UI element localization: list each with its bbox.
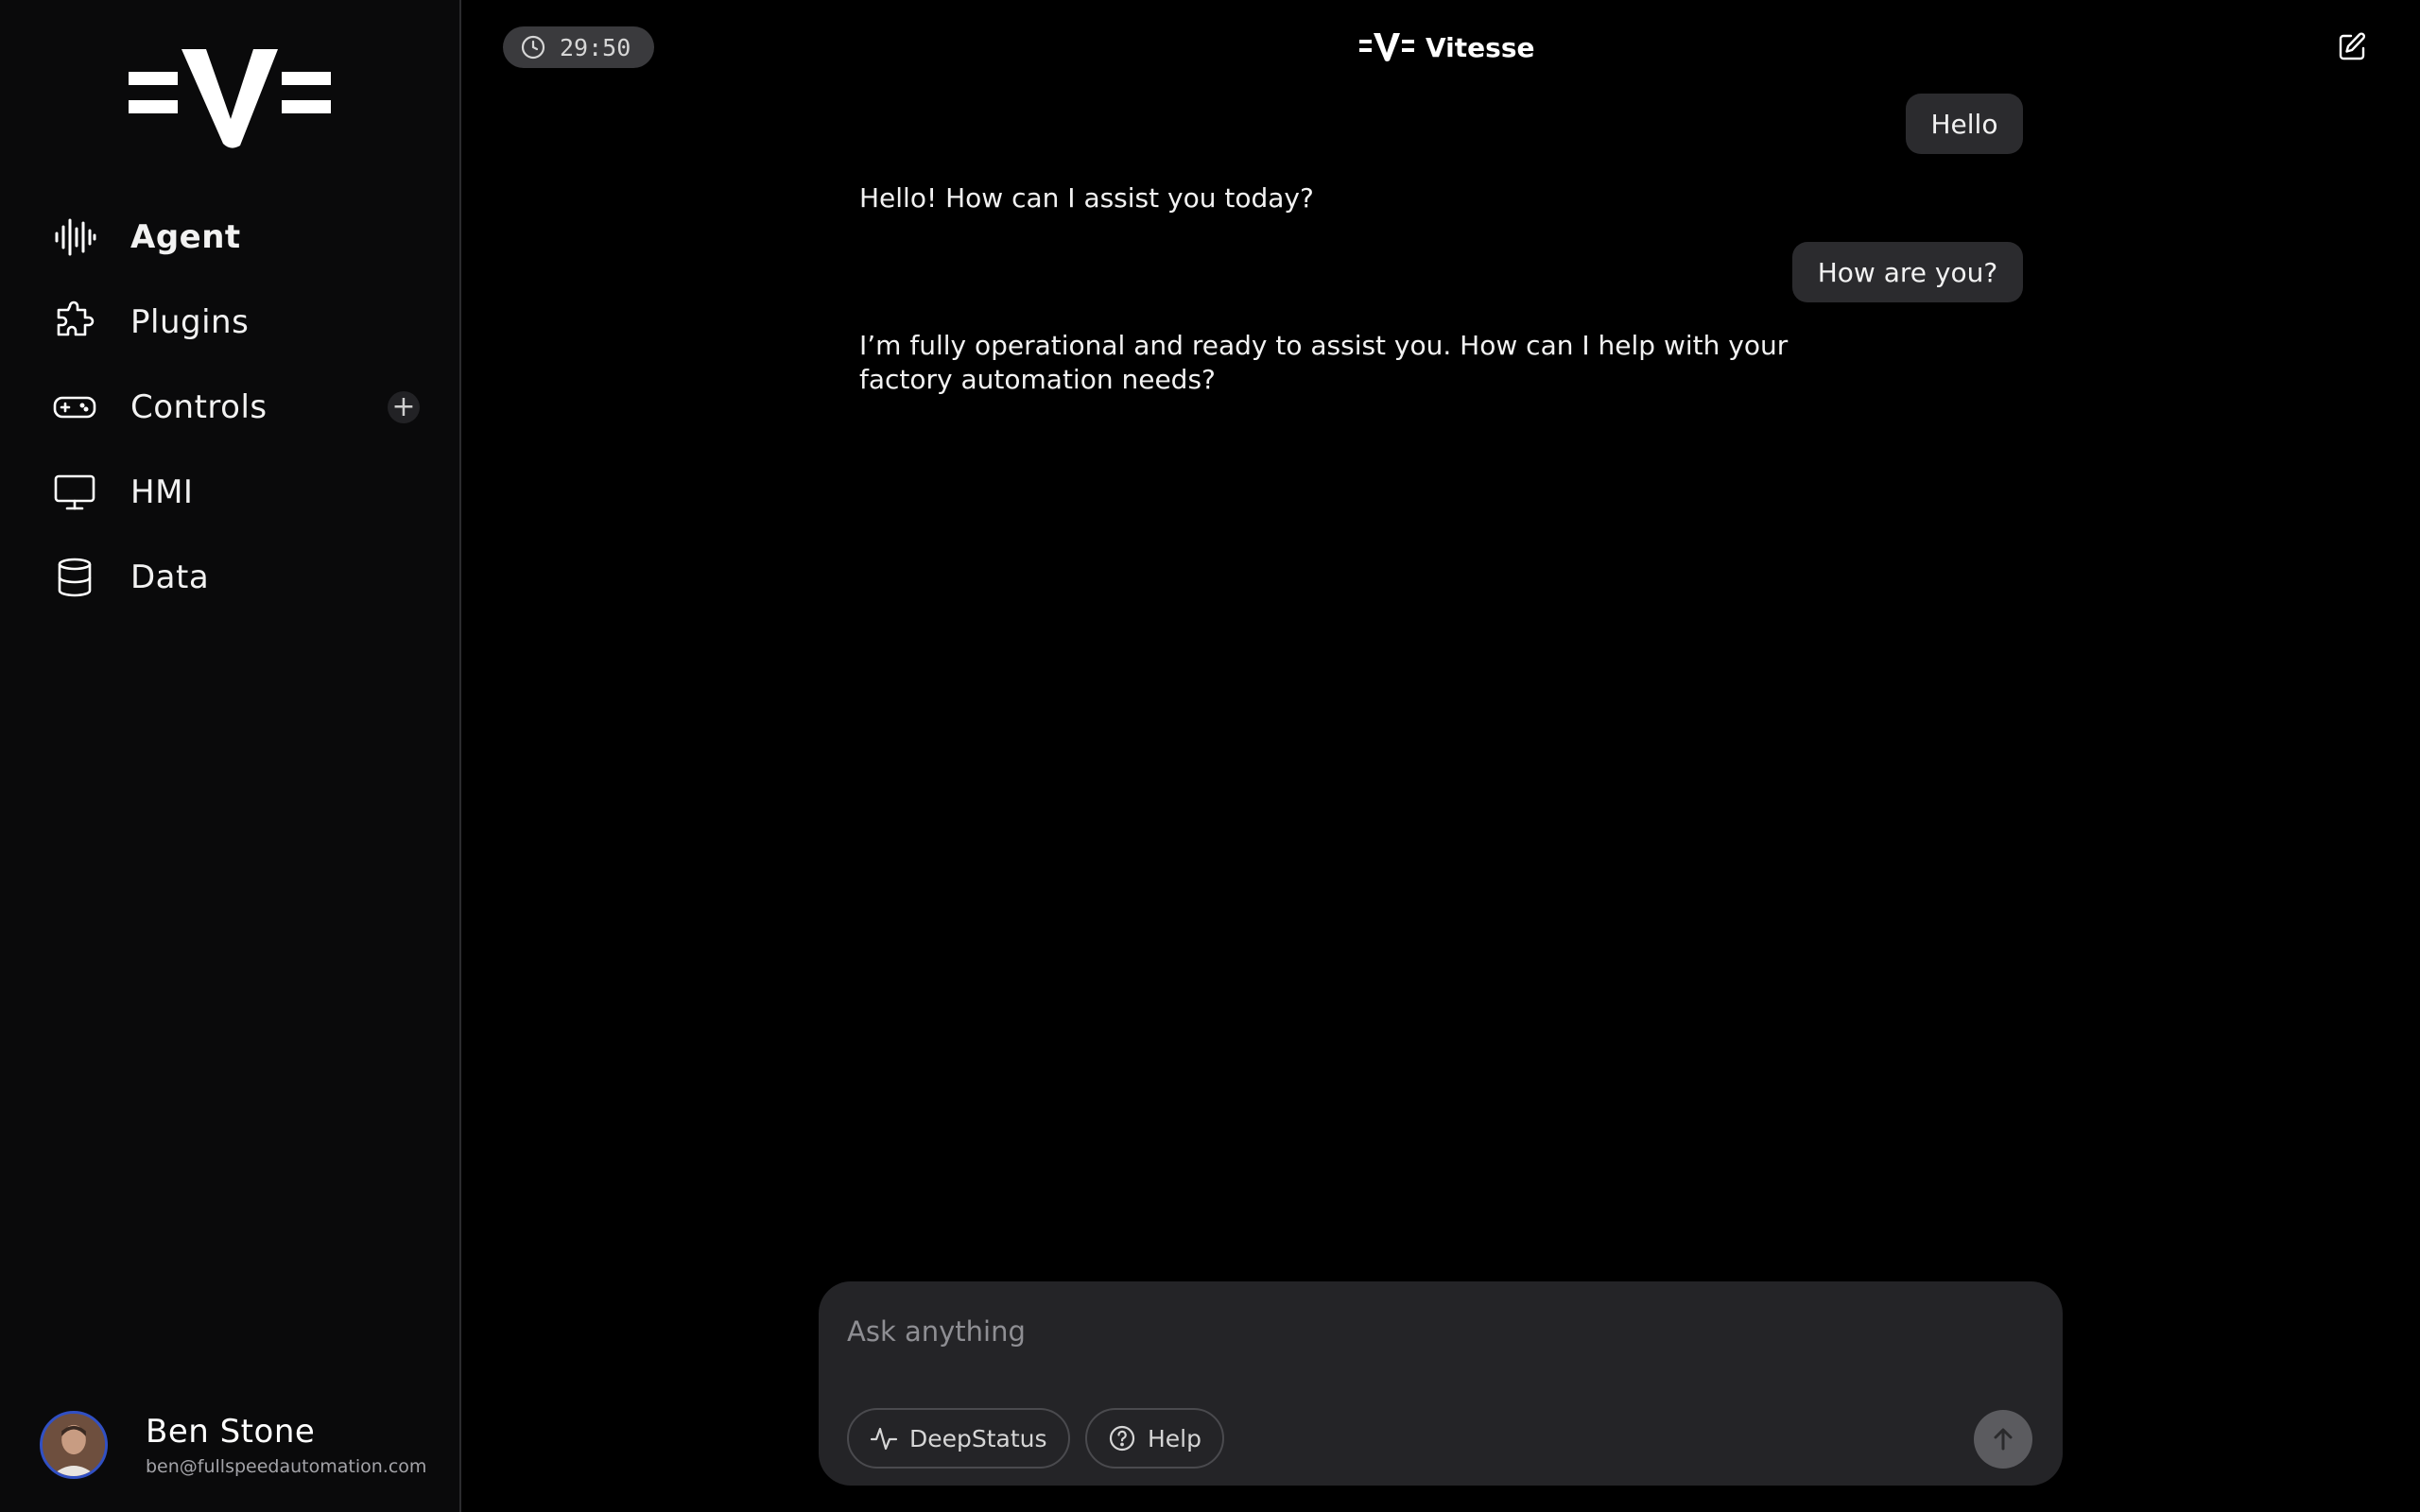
user-name: Ben Stone xyxy=(146,1413,316,1451)
deepstatus-button[interactable]: DeepStatus xyxy=(847,1408,1070,1469)
new-chat-button[interactable] xyxy=(2333,28,2371,66)
help-label: Help xyxy=(1148,1424,1201,1452)
send-button[interactable] xyxy=(1974,1410,2032,1469)
assistant-message: Hello! How can I assist you today? xyxy=(859,182,1314,214)
monitor-icon xyxy=(53,471,96,514)
sidebar-nav: Agent Plugins Controls + HMI Data xyxy=(0,195,459,620)
sidebar-item-label: Plugins xyxy=(130,303,250,341)
waveform-icon xyxy=(53,215,96,259)
help-circle-icon xyxy=(1109,1425,1135,1452)
assistant-message-line: factory automation needs? xyxy=(859,364,1216,395)
edit-icon xyxy=(2339,32,2366,60)
sidebar-item-agent[interactable]: Agent xyxy=(0,195,459,280)
sidebar: Agent Plugins Controls + HMI Data Ben St… xyxy=(0,0,461,1512)
help-button[interactable]: Help xyxy=(1085,1408,1224,1469)
vitesse-logo-icon xyxy=(1359,33,1414,61)
timer-value: 29:50 xyxy=(560,33,631,61)
sidebar-item-label: HMI xyxy=(130,473,194,511)
chat-composer: DeepStatus Help xyxy=(819,1281,2063,1486)
assistant-message-line: I’m fully operational and ready to assis… xyxy=(859,330,1789,361)
user-email: ben@fullspeedautomation.com xyxy=(146,1456,427,1477)
sidebar-item-label: Controls xyxy=(130,388,268,426)
user-message-bubble: Hello xyxy=(1906,94,2023,154)
clock-icon xyxy=(521,35,545,60)
deepstatus-label: DeepStatus xyxy=(909,1424,1047,1452)
user-profile[interactable]: Ben Stone ben@fullspeedautomation.com xyxy=(40,1410,426,1480)
assistant-message: I’m fully operational and ready to assis… xyxy=(859,329,1788,397)
sidebar-item-label: Agent xyxy=(130,218,241,256)
session-timer[interactable]: 29:50 xyxy=(503,26,654,68)
puzzle-icon xyxy=(53,301,96,344)
sidebar-item-controls[interactable]: Controls + xyxy=(0,365,459,450)
app-root: Agent Plugins Controls + HMI Data Ben St… xyxy=(0,0,2420,1512)
sidebar-item-plugins[interactable]: Plugins xyxy=(0,280,459,365)
user-message-bubble: How are you? xyxy=(1792,242,2023,302)
vitesse-logo-icon[interactable] xyxy=(129,45,331,149)
brand-name: Vitesse xyxy=(1426,31,1535,63)
avatar[interactable] xyxy=(40,1411,108,1479)
header-brand: Vitesse xyxy=(1359,28,1534,66)
sidebar-item-label: Data xyxy=(130,558,210,596)
gamepad-icon xyxy=(53,386,96,429)
sidebar-item-data[interactable]: Data xyxy=(0,535,459,620)
sidebar-item-hmi[interactable]: HMI xyxy=(0,450,459,535)
arrow-up-icon xyxy=(1994,1428,2013,1451)
add-control-button[interactable]: + xyxy=(388,391,420,423)
activity-icon xyxy=(870,1427,898,1451)
database-icon xyxy=(53,556,96,599)
chat-input[interactable] xyxy=(847,1310,2029,1353)
profile-text: Ben Stone ben@fullspeedautomation.com xyxy=(146,1413,426,1477)
